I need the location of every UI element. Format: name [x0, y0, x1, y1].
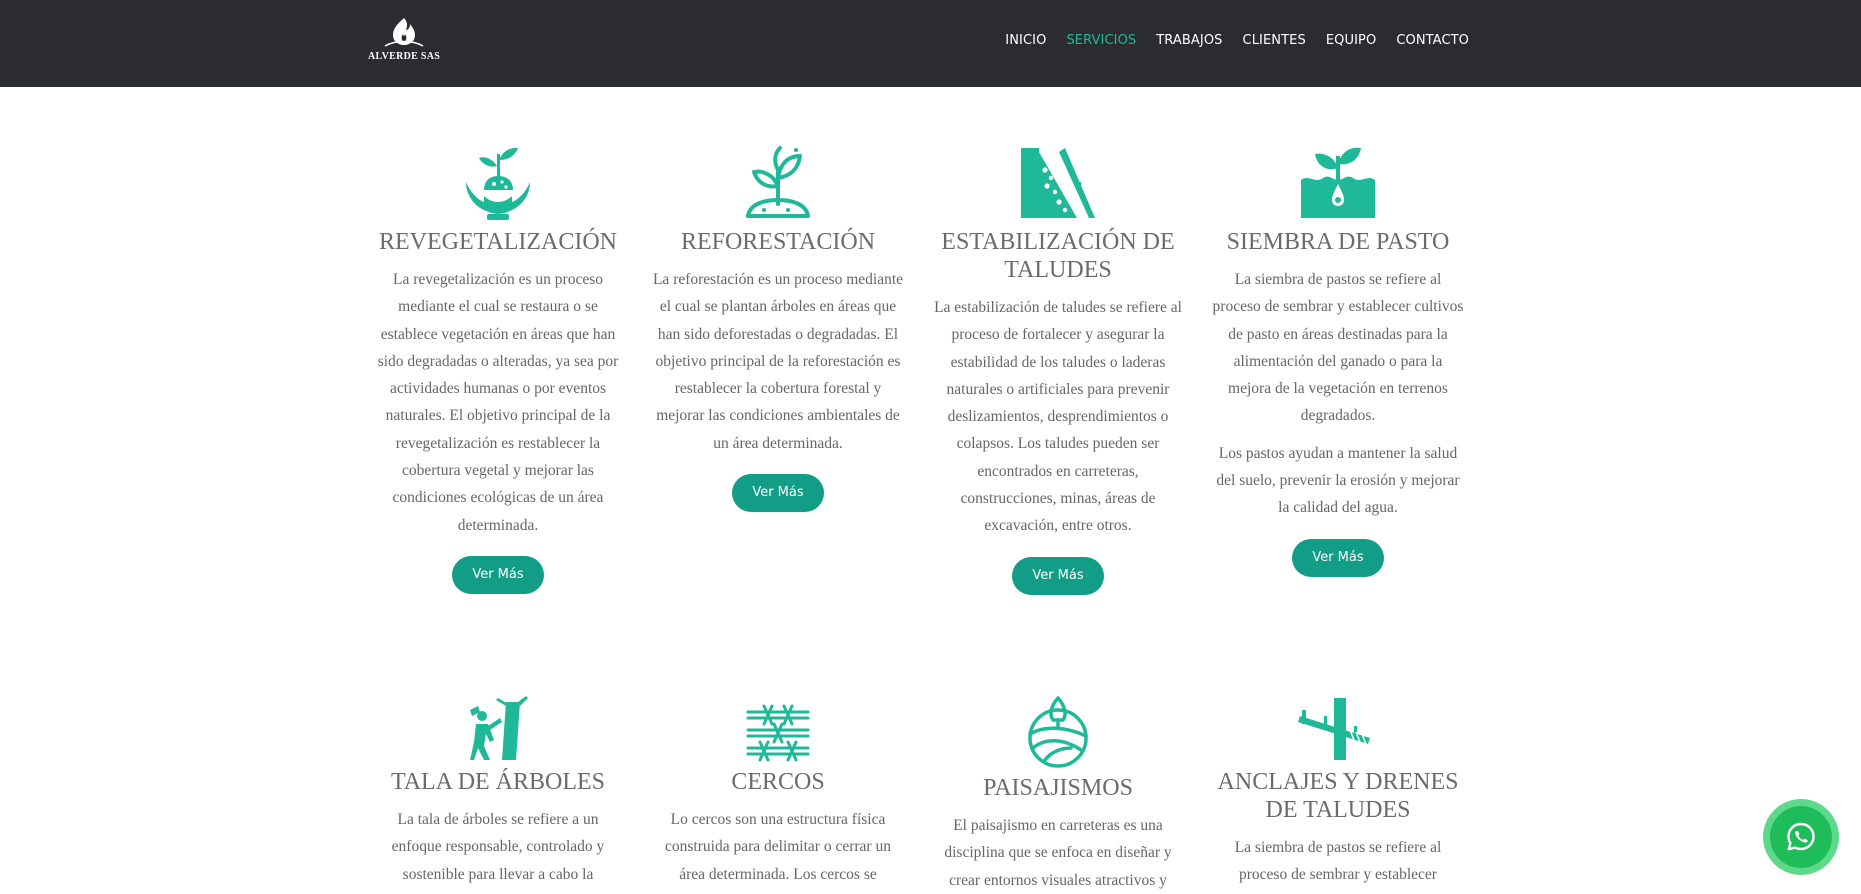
service-title: CERCOS	[731, 769, 825, 795]
service-title: PAISAJISMOS	[983, 775, 1133, 801]
service-title: ANCLAJES Y DRENES DE TALUDES	[1217, 769, 1459, 823]
logo[interactable]: ALVERDE SAS	[368, 16, 440, 66]
service-title: ESTABILIZACIÓN DE TALUDES	[941, 229, 1175, 283]
ver-mas-button[interactable]: Ver Más	[1012, 556, 1104, 595]
whatsapp-icon	[1787, 822, 1815, 851]
nav-contacto[interactable]: CONTACTO	[1396, 31, 1469, 51]
sprout-icon	[746, 146, 810, 218]
ver-mas-button[interactable]: Ver Más	[1292, 538, 1384, 577]
service-title: REVEGETALIZACIÓN	[378, 229, 618, 255]
service-description: La reforestación es un proceso mediante …	[652, 271, 904, 452]
service-card-paisajismos: PAISAJISMOS El paisajismo en carreteras …	[932, 696, 1184, 894]
service-title: REFORESTACIÓN	[680, 229, 876, 255]
service-card-siembra-pasto: SIEMBRA DE PASTO La siembra de pastos se…	[1212, 144, 1464, 577]
service-card-estabilizacion: ESTABILIZACIÓN DE TALUDES La estabilizac…	[932, 144, 1184, 595]
whatsapp-button[interactable]	[1763, 799, 1839, 875]
service-description: La siembra de pastos se refiere al proce…	[1212, 271, 1464, 425]
barbed-wire-icon	[746, 704, 810, 762]
service-card-tala: TALA DE ÁRBOLES La tala de árboles se re…	[372, 696, 624, 888]
whatsapp-button-inner	[1770, 806, 1832, 868]
service-description: El paisajismo en carreteras es una disci…	[944, 817, 1172, 889]
service-card-reforestacion: REFORESTACIÓN La reforestación es un pro…	[652, 144, 904, 513]
header-bar: ALVERDE SAS INICIO SERVICIOS TRABAJOS CL…	[0, 0, 1861, 87]
seed-sprout-icon	[1301, 147, 1375, 218]
landscape-icon	[1028, 696, 1088, 768]
service-description: La estabilización de taludes se refiere …	[934, 299, 1182, 535]
logo-text: ALVERDE SAS	[368, 51, 441, 62]
service-description-2: Los pastos ayudan a mantener la salud de…	[1216, 444, 1460, 517]
ver-mas-button[interactable]: Ver Más	[732, 474, 824, 513]
ver-mas-button[interactable]: Ver Más	[452, 555, 544, 594]
nav-servicios[interactable]: SERVICIOS	[1066, 31, 1136, 51]
slope-icon	[1021, 148, 1095, 218]
anchor-drain-icon	[1298, 698, 1370, 760]
service-description: Lo cercos son una estructura física cons…	[665, 811, 891, 883]
service-card-revegetalizacion: REVEGETALIZACIÓN La revegetalización es …	[372, 144, 624, 594]
service-card-anclajes: ANCLAJES Y DRENES DE TALUDES La siembra …	[1212, 696, 1464, 889]
service-description: La siembra de pastos se refiere al proce…	[1234, 839, 1442, 884]
service-title: TALA DE ÁRBOLES	[390, 769, 606, 795]
service-description: La revegetalización es un proceso median…	[377, 271, 619, 534]
main-nav: INICIO SERVICIOS TRABAJOS CLIENTES EQUIP…	[1005, 31, 1469, 51]
nav-inicio[interactable]: INICIO	[1005, 31, 1046, 51]
service-title: SIEMBRA DE PASTO	[1226, 229, 1450, 255]
nav-trabajos[interactable]: TRABAJOS	[1156, 31, 1222, 51]
service-card-cercos: CERCOS Lo cercos son una estructura físi…	[652, 696, 904, 888]
nav-equipo[interactable]: EQUIPO	[1326, 31, 1376, 51]
service-description: La tala de árboles se refiere a un enfoq…	[391, 811, 605, 883]
nav-clientes[interactable]: CLIENTES	[1243, 31, 1306, 51]
tree-felling-icon	[470, 696, 528, 760]
plant-in-hands-icon	[466, 147, 530, 220]
flame-logo-icon	[384, 18, 424, 47]
